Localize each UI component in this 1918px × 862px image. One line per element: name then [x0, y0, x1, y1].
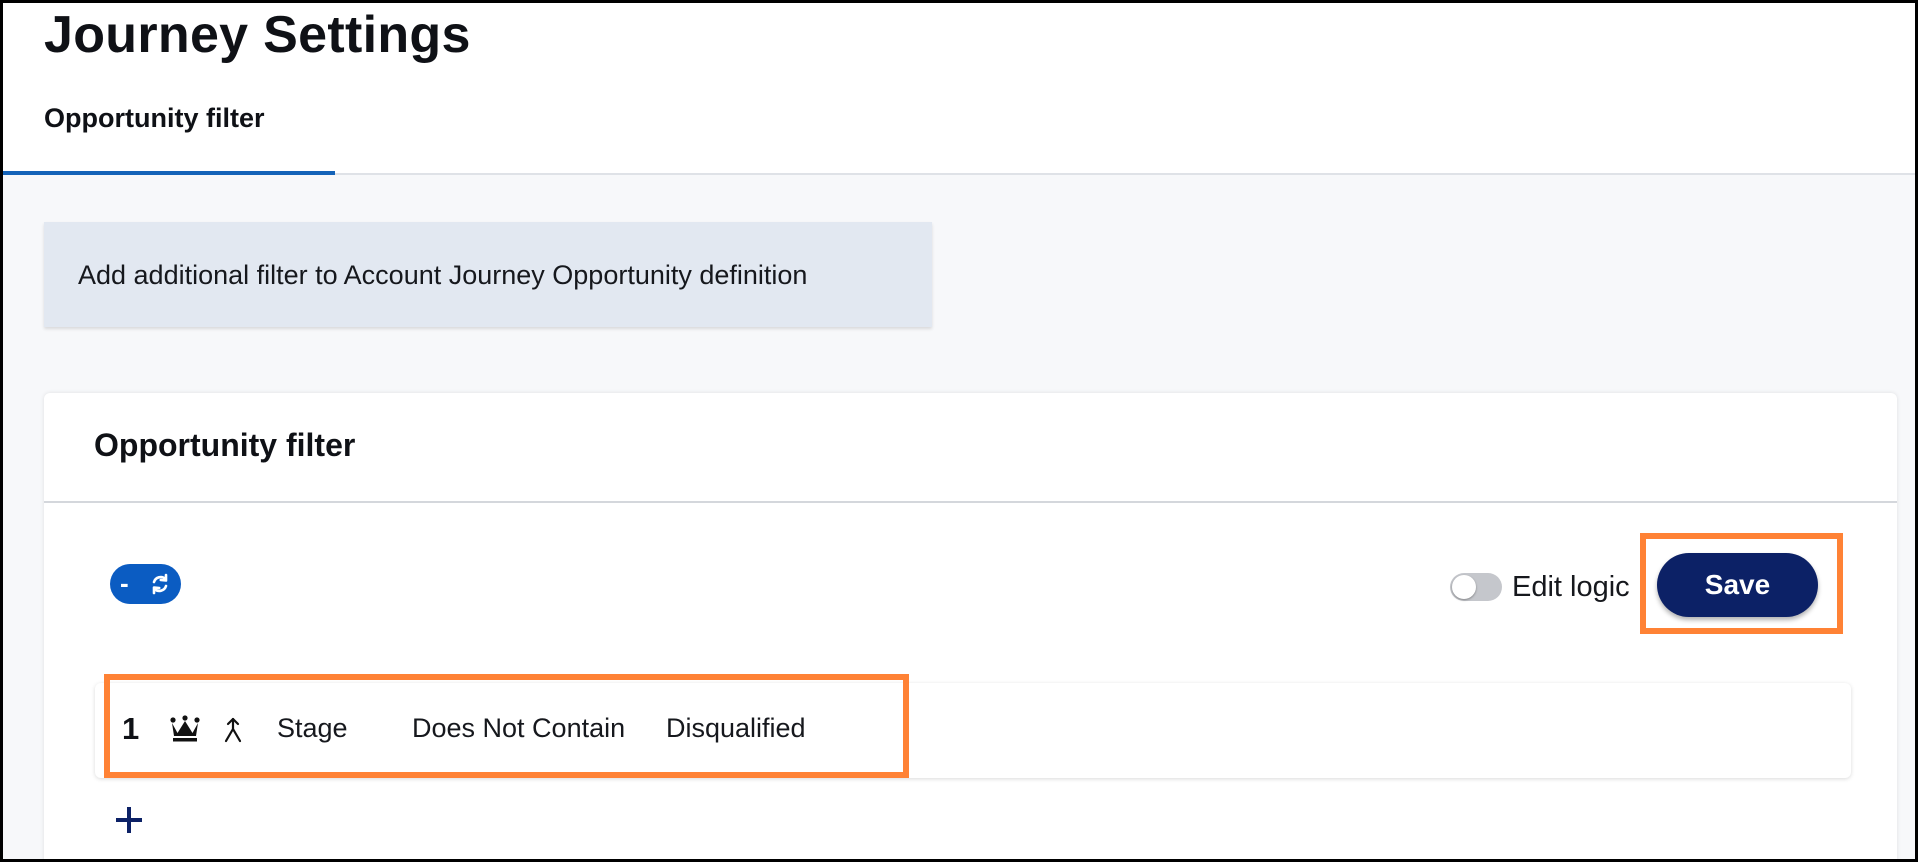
toggle-knob [1452, 575, 1476, 599]
filter-row-index: 1 [122, 711, 140, 746]
refresh-icon [152, 573, 168, 595]
plus-icon[interactable] [114, 805, 144, 835]
merge-icon [224, 717, 242, 743]
filter-field[interactable]: Stage [277, 713, 348, 744]
card-title: Opportunity filter [94, 427, 356, 463]
info-banner-text: Add additional filter to Account Journey… [78, 260, 808, 290]
page-header: Journey Settings Opportunity filter [3, 3, 1915, 175]
opportunity-filter-card: Opportunity filter - Edit logic Save 1 S… [44, 393, 1897, 859]
edit-logic-label: Edit logic [1512, 571, 1630, 603]
logic-pill-button[interactable]: - [110, 564, 181, 604]
filter-value[interactable]: Disqualified [666, 713, 806, 744]
crown-icon [170, 715, 200, 742]
app-frame: Journey Settings Opportunity filter Add … [0, 0, 1918, 862]
tab-opportunity-filter[interactable]: Opportunity filter [3, 99, 335, 175]
card-header: Opportunity filter [44, 393, 1897, 503]
edit-logic-toggle[interactable] [1450, 573, 1502, 601]
info-banner: Add additional filter to Account Journey… [44, 222, 932, 327]
save-button[interactable]: Save [1657, 553, 1818, 617]
filter-operator[interactable]: Does Not Contain [412, 713, 625, 744]
page-title: Journey Settings [44, 6, 471, 64]
tab-label: Opportunity filter [44, 103, 265, 133]
minus-symbol: - [120, 568, 129, 598]
